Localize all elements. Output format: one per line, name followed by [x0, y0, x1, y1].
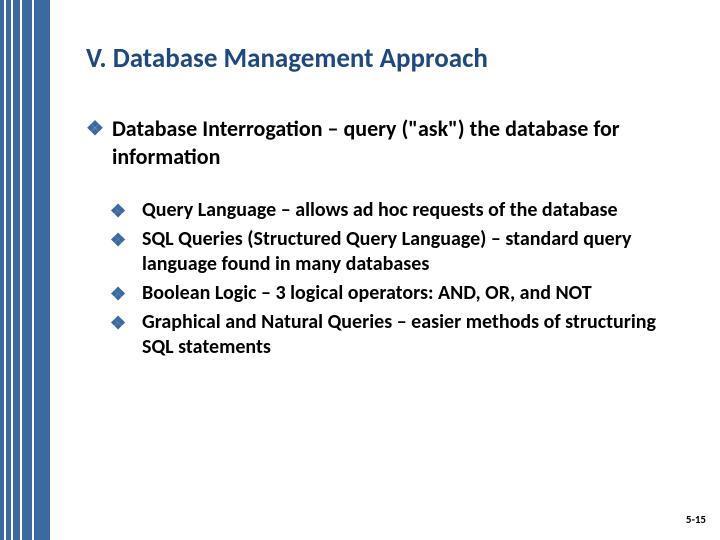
diamond-bullet-icon: ❖ [110, 283, 128, 306]
slide: V. Database Management Approach ❖ Databa… [0, 0, 720, 540]
diamond-bullet-icon: ❖ [110, 229, 128, 277]
sub-bullet-text: Graphical and Natural Queries – easier m… [142, 310, 686, 360]
page-number: 5-15 [686, 513, 706, 526]
diamond-bullet-icon: ❖ [110, 312, 128, 360]
list-item: ❖ Boolean Logic – 3 logical operators: A… [110, 281, 686, 306]
diamond-bullet-icon: ❖ [86, 117, 104, 170]
sub-bullet-text: Query Language – allows ad hoc requests … [142, 198, 686, 223]
sub-bullet-list: ❖ Query Language – allows ad hoc request… [86, 198, 686, 360]
sub-bullet-text: Boolean Logic – 3 logical operators: AND… [142, 281, 686, 306]
list-item: ❖ SQL Queries (Structured Query Language… [110, 227, 686, 277]
decorative-stripes [0, 0, 56, 540]
list-item: ❖ Graphical and Natural Queries – easier… [110, 310, 686, 360]
diamond-bullet-icon: ❖ [110, 200, 128, 223]
list-item: ❖ Query Language – allows ad hoc request… [110, 198, 686, 223]
main-bullet-text: Database Interrogation – query ("ask") t… [112, 115, 686, 170]
page-title: V. Database Management Approach [86, 42, 686, 75]
content-area: V. Database Management Approach ❖ Databa… [86, 42, 686, 364]
main-bullet: ❖ Database Interrogation – query ("ask")… [86, 115, 686, 170]
sub-bullet-text: SQL Queries (Structured Query Language) … [142, 227, 686, 277]
